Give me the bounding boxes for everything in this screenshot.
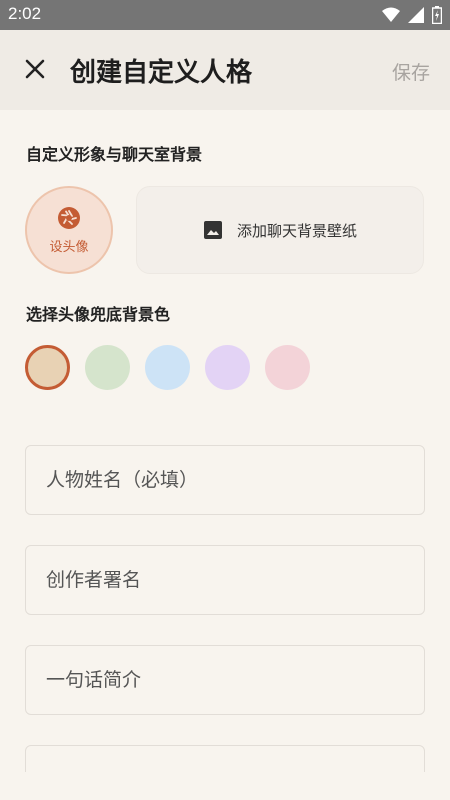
status-time: 2:02: [8, 4, 42, 23]
status-bar: 2:02: [0, 0, 450, 30]
name-input[interactable]: [26, 446, 424, 514]
intro-input[interactable]: [26, 646, 424, 714]
camera-shutter-icon: [58, 206, 80, 229]
color-swatch[interactable]: [145, 345, 190, 390]
avatar-section-title: 自定义形象与聊天室背景: [26, 145, 203, 164]
name-field[interactable]: [25, 445, 425, 515]
app-bar: 创建自定义人格 保存: [0, 30, 450, 110]
set-avatar-label: 设头像: [49, 239, 89, 255]
image-icon: [203, 221, 222, 239]
close-icon: [25, 59, 45, 79]
scroll-clip: [0, 742, 450, 772]
save-button[interactable]: 保存: [392, 58, 430, 85]
color-swatch[interactable]: [85, 345, 130, 390]
battery-icon: [432, 6, 442, 24]
add-wallpaper-button[interactable]: 添加聊天背景壁纸: [136, 186, 424, 274]
close-button[interactable]: [20, 54, 50, 84]
color-swatch[interactable]: [205, 345, 250, 390]
description-field[interactable]: [25, 745, 425, 772]
author-input[interactable]: [26, 546, 424, 614]
wifi-icon: [382, 7, 400, 22]
status-icons: [382, 6, 442, 24]
add-wallpaper-label: 添加聊天背景壁纸: [236, 221, 357, 240]
page-title: 创建自定义人格: [70, 58, 253, 88]
color-swatch[interactable]: [25, 345, 70, 390]
intro-field[interactable]: [25, 645, 425, 715]
author-field[interactable]: [25, 545, 425, 615]
description-input[interactable]: [26, 752, 424, 772]
color-section-title: 选择头像兜底背景色: [26, 305, 171, 324]
signal-icon: [408, 7, 424, 23]
set-avatar-button[interactable]: 设头像: [25, 186, 113, 274]
bottom-spacer: [0, 772, 450, 800]
color-swatch[interactable]: [265, 345, 310, 390]
